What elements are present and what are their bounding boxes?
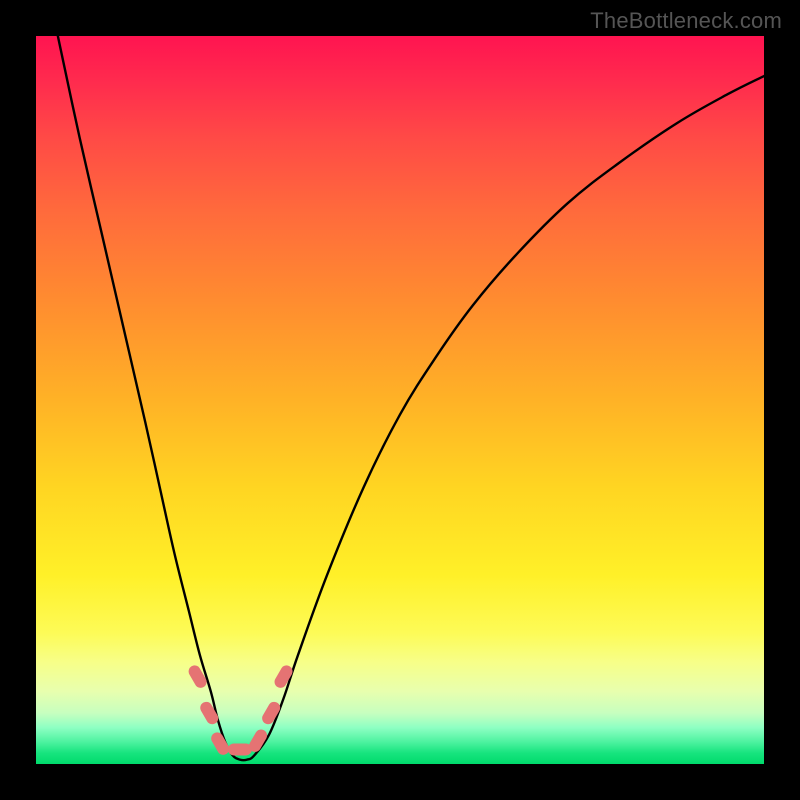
curve-marker [209,730,231,757]
marker-group [186,663,294,757]
chart-frame: TheBottleneck.com [0,0,800,800]
curve-layer [36,36,764,764]
plot-area [36,36,764,764]
bottleneck-curve [58,36,764,760]
curve-marker [228,743,252,755]
watermark-text: TheBottleneck.com [590,8,782,34]
